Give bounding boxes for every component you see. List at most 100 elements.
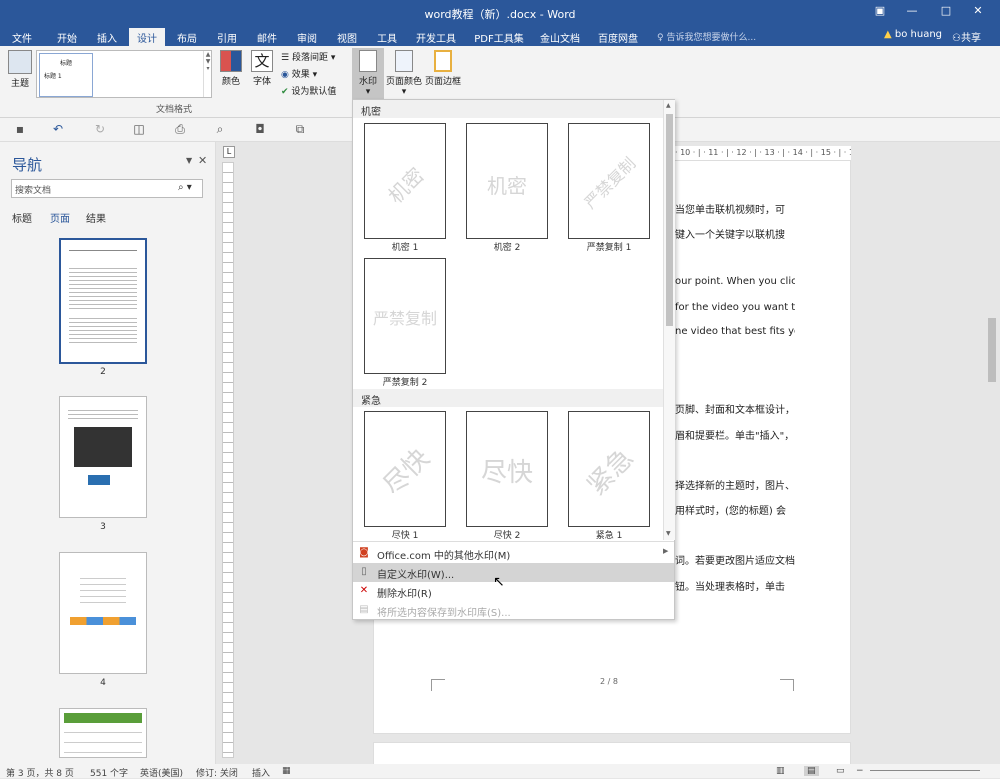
scroll-thumb[interactable] [988, 318, 996, 382]
scroll-down-icon[interactable]: ▼ [666, 530, 671, 537]
web-layout-icon[interactable]: ▭ [836, 766, 845, 776]
tab-file[interactable]: 文件 [6, 28, 38, 46]
macro-icon[interactable]: ▦ [282, 766, 291, 776]
print-preview-icon[interactable]: ⌕ [212, 122, 228, 138]
warning-icon: ▲ [884, 29, 892, 40]
horizontal-ruler[interactable]: · 10 · | · 11 · | · 12 · | · 13 · | · 14… [675, 146, 851, 160]
page-color-button[interactable]: 页面颜色 ▾ [386, 50, 422, 97]
tab-insert[interactable]: 插入 [90, 28, 124, 46]
page-count[interactable]: 第 3 页，共 8 页 [6, 766, 74, 779]
watermark-option[interactable]: 严禁复制 [568, 123, 650, 239]
remove-watermark-label: 删除水印(R) [377, 589, 432, 600]
scroll-thumb[interactable] [666, 114, 673, 326]
tab-baidu-netdisk[interactable]: 百度网盘 [594, 28, 642, 46]
tab-home[interactable]: 开始 [50, 28, 84, 46]
search-icon[interactable]: ⌕ ▾ [178, 182, 192, 193]
set-default-button[interactable]: ✔ 设为默认值 [281, 84, 336, 97]
tab-pdf-tools[interactable]: PDF工具集 [470, 28, 528, 46]
page-thumbnail[interactable] [59, 552, 147, 674]
ribbon-display-icon[interactable]: ▣ [870, 4, 890, 20]
tell-me-box[interactable]: ♀ 告诉我您想要做什么... [657, 30, 756, 43]
page-thumbnail[interactable] [59, 238, 147, 364]
nav-search-input[interactable]: 搜索文档 ⌕ ▾ [11, 179, 203, 198]
spacing-icon: ☰ [281, 53, 290, 63]
scroll-up-icon[interactable]: ▲ [666, 102, 671, 109]
close-button[interactable]: ✕ [968, 4, 988, 20]
watermark-dropdown: 机密 机密 机密 1 机密 机密 2 严禁复制 严禁复制 1 严禁复制 严禁复制… [352, 99, 675, 620]
watermark-option[interactable]: 尽快 [364, 411, 446, 527]
gallery-scrollbar[interactable]: ▲ ▼ [663, 100, 675, 540]
fonts-label: 字体 [252, 77, 271, 87]
themes-button[interactable]: 主题 [6, 50, 34, 89]
pane-options-icon[interactable]: ▼ [186, 156, 192, 165]
remove-watermark-item[interactable]: ✕ 删除水印(R) [353, 582, 674, 601]
track-changes-indicator[interactable]: 修订: 关闭 [196, 766, 238, 779]
page-border-icon [434, 50, 452, 72]
zoom-out-icon[interactable]: − [856, 766, 864, 776]
save-to-gallery-item[interactable]: ▤ 将所选内容保存到水印库(S)... [353, 601, 674, 620]
language-indicator[interactable]: 英语(美国) [140, 766, 183, 779]
tab-layout[interactable]: 布局 [170, 28, 204, 46]
minimize-button[interactable]: — [902, 4, 922, 20]
style-set-gallery[interactable]: 标题 标题 1 ▲ ▼ ▾ [36, 50, 212, 98]
watermark-option[interactable]: 严禁复制 [364, 258, 446, 374]
tab-selector-icon[interactable]: L [223, 146, 235, 158]
pane-close-icon[interactable]: ✕ [198, 154, 207, 167]
page-border-button[interactable]: 页面边框 [423, 50, 463, 87]
theme-icon [8, 50, 32, 74]
nav-tab-results[interactable]: 结果 [86, 210, 106, 225]
page-thumbnail[interactable] [59, 708, 147, 758]
user-account[interactable]: ▲ bo huang [884, 29, 942, 40]
share-button[interactable]: ⚇共享 [952, 29, 981, 44]
maximize-button[interactable]: □ [936, 4, 956, 20]
tab-view[interactable]: 视图 [330, 28, 364, 46]
window-icon[interactable]: ⧉ [292, 122, 308, 138]
user-name: bo huang [894, 29, 943, 40]
person-icon: ⚇ [952, 33, 961, 44]
watermark-option[interactable]: 机密 [466, 123, 548, 239]
vertical-scrollbar[interactable] [984, 142, 1000, 764]
tab-developer[interactable]: 开发工具 [412, 28, 460, 46]
page-thumbnail[interactable] [59, 396, 147, 518]
font-icon: 文 [251, 50, 273, 72]
save-icon[interactable]: ▪ [12, 122, 28, 138]
palette-icon [220, 50, 242, 72]
screenshot-icon[interactable]: ◘ [252, 122, 268, 138]
print-layout-icon[interactable]: ▤ [804, 766, 819, 776]
effects-button[interactable]: ◉ 效果 ▾ [281, 67, 317, 80]
tab-tools[interactable]: 工具 [370, 28, 404, 46]
watermark-option[interactable]: 尽快 [466, 411, 548, 527]
word-count[interactable]: 551 个字 [90, 766, 128, 779]
watermark-button[interactable]: 水印 ▾ [352, 48, 384, 100]
tell-me-text: 告诉我您想要做什么... [666, 33, 757, 43]
section-header-urgent: 紧急 [353, 389, 663, 407]
insert-mode-indicator[interactable]: 插入 [252, 766, 270, 779]
watermark-option-label: 机密 1 [391, 243, 419, 253]
zoom-slider[interactable] [870, 770, 980, 771]
corner-mark [431, 679, 445, 691]
tab-review[interactable]: 审阅 [290, 28, 324, 46]
watermark-option[interactable]: 紧急 [568, 411, 650, 527]
fonts-button[interactable]: 文 字体 [249, 50, 275, 87]
tab-kingsoft-docs[interactable]: 金山文档 [536, 28, 584, 46]
tab-mailings[interactable]: 邮件 [250, 28, 284, 46]
page-color-label: 页面颜色 [386, 77, 423, 87]
redo-icon[interactable]: ↻ [92, 122, 108, 138]
style-set-preview[interactable]: 标题 标题 1 [39, 53, 93, 97]
tab-references[interactable]: 引用 [210, 28, 244, 46]
gallery-scroll[interactable]: ▲ ▼ ▾ [203, 51, 212, 97]
more-watermarks-item[interactable]: ◙ Office.com 中的其他水印(M) ▶ [353, 544, 674, 563]
custom-watermark-item[interactable]: ▯ 自定义水印(W)... [353, 563, 674, 582]
print-icon[interactable]: ⎙ [172, 122, 188, 138]
undo-icon[interactable]: ↶ [50, 122, 66, 138]
paragraph-spacing-button[interactable]: ☰ 段落间距 ▾ [281, 50, 335, 63]
watermark-option[interactable]: 机密 [364, 123, 446, 239]
read-mode-icon[interactable]: ▥ [776, 766, 785, 776]
nav-tab-headings[interactable]: 标题 [12, 210, 32, 225]
nav-tab-pages[interactable]: 页面 [50, 210, 70, 225]
vertical-ruler[interactable]: L [219, 142, 237, 764]
colors-button[interactable]: 颜色 [218, 50, 244, 87]
tab-design[interactable]: 设计 [129, 28, 165, 46]
watermark-label: 水印 [358, 77, 377, 87]
two-pages-icon[interactable]: ◫ [131, 122, 147, 138]
